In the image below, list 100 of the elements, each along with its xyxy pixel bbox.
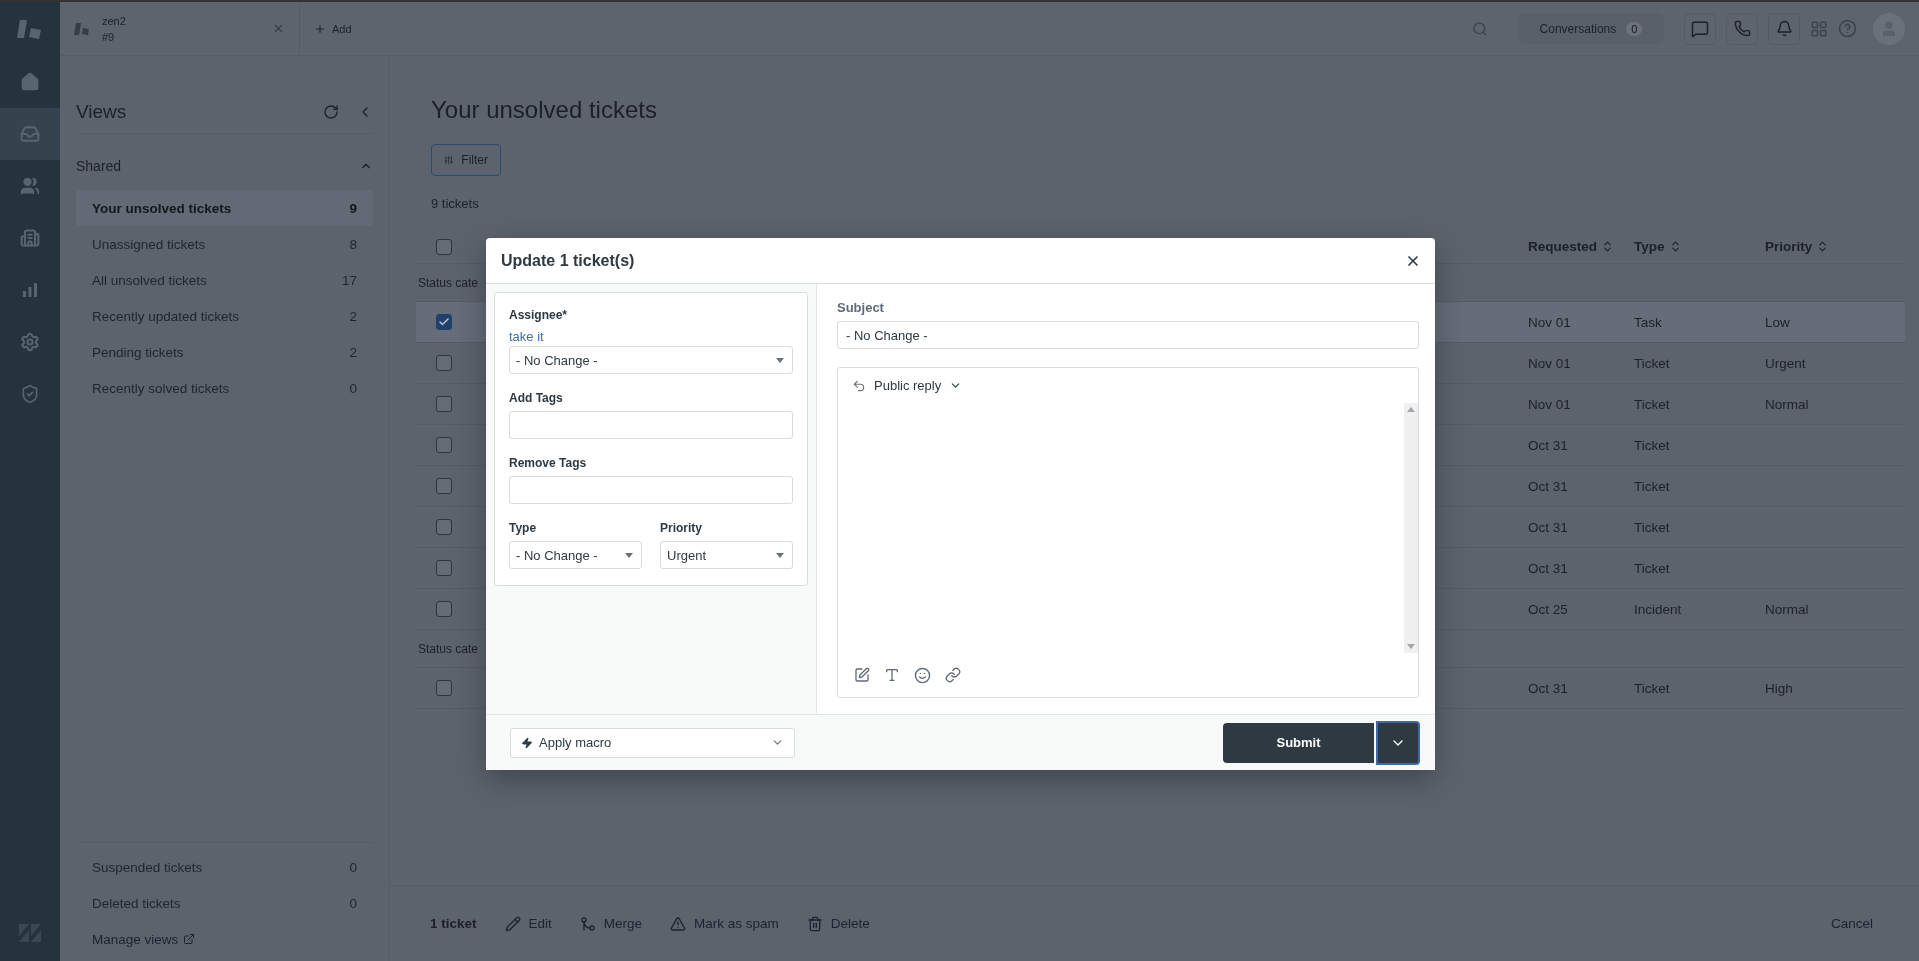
table-cell-text: Oct 31 bbox=[1527, 560, 1569, 576]
select-all-checkbox[interactable] bbox=[436, 238, 452, 255]
phone-button[interactable] bbox=[1726, 12, 1758, 45]
row-checkbox[interactable] bbox=[436, 314, 452, 330]
action-button[interactable]: Mark as spam bbox=[670, 915, 779, 932]
column-header[interactable]: Type bbox=[1621, 239, 1752, 254]
view-item[interactable]: Recently updated tickets 2 bbox=[76, 298, 373, 334]
close-icon[interactable] bbox=[272, 22, 285, 35]
pencil-icon bbox=[504, 915, 521, 932]
action-button[interactable]: Merge bbox=[579, 915, 643, 932]
inbox-icon bbox=[20, 124, 40, 144]
nav-item[interactable] bbox=[0, 108, 60, 160]
table-cell-text: Oct 31 bbox=[1527, 680, 1569, 696]
reply-editor[interactable]: Public reply bbox=[837, 367, 1419, 698]
group-label: Status cate bbox=[418, 641, 479, 656]
chat-icon bbox=[1691, 19, 1709, 38]
table-cell-text: Normal bbox=[1764, 396, 1810, 412]
search-icon[interactable] bbox=[1472, 20, 1488, 37]
users-icon bbox=[20, 176, 40, 196]
conversations-count: 0 bbox=[1626, 21, 1643, 36]
table-cell-text: Ticket bbox=[1633, 437, 1671, 453]
bell-icon bbox=[1775, 20, 1793, 37]
emoji-button[interactable] bbox=[914, 666, 931, 684]
action-button[interactable]: Delete bbox=[806, 915, 870, 932]
view-item[interactable]: Deleted tickets 0 bbox=[76, 885, 373, 921]
type-select[interactable]: - No Change - bbox=[509, 541, 642, 569]
apply-macro-select[interactable]: Apply macro bbox=[510, 727, 795, 758]
field-label: Subject bbox=[837, 300, 885, 315]
view-item[interactable]: All unsolved tickets 17 bbox=[76, 262, 373, 298]
scroll-down-icon[interactable] bbox=[1407, 644, 1415, 649]
row-checkbox[interactable] bbox=[436, 355, 452, 371]
lightning-icon bbox=[521, 736, 533, 749]
sliders-icon bbox=[444, 154, 454, 166]
row-checkbox[interactable] bbox=[436, 560, 452, 576]
plus-icon bbox=[314, 22, 326, 35]
compose-icon bbox=[854, 667, 870, 683]
column-header[interactable]: Priority bbox=[1752, 239, 1905, 254]
add-tags-field[interactable] bbox=[509, 411, 793, 439]
scroll-up-icon[interactable] bbox=[1407, 407, 1415, 412]
cancel-button[interactable]: Cancel bbox=[1824, 915, 1879, 932]
row-checkbox[interactable] bbox=[436, 437, 452, 453]
logo-icon[interactable] bbox=[17, 18, 43, 40]
caret-icon bbox=[776, 357, 784, 363]
ticket-tab[interactable]: zen2 #9 bbox=[60, 2, 300, 55]
table-cell-text: Nov 01 bbox=[1527, 355, 1572, 371]
view-item[interactable]: Unassigned tickets 8 bbox=[76, 226, 373, 262]
warning-icon bbox=[670, 915, 687, 932]
help-icon[interactable] bbox=[1838, 19, 1857, 38]
table-cell-text: Ticket bbox=[1633, 560, 1671, 576]
add-tab-button[interactable]: Add bbox=[314, 22, 352, 35]
link-button[interactable] bbox=[945, 667, 961, 683]
views-title: Views bbox=[76, 100, 128, 123]
settings-icon bbox=[20, 332, 40, 352]
text-format-icon bbox=[884, 667, 900, 683]
column-header[interactable]: Requested bbox=[1515, 239, 1621, 254]
row-checkbox[interactable] bbox=[436, 478, 452, 494]
manage-views-link[interactable]: Manage views bbox=[76, 921, 373, 957]
view-item[interactable]: Pending tickets 2 bbox=[76, 334, 373, 370]
ticket-count: 9 tickets bbox=[431, 196, 480, 213]
row-checkbox[interactable] bbox=[436, 519, 452, 535]
shield-icon bbox=[20, 384, 40, 404]
filter-button[interactable]: Filter bbox=[431, 144, 501, 176]
view-item[interactable]: Your unsolved tickets 9 bbox=[76, 190, 373, 226]
action-button[interactable]: Edit bbox=[504, 915, 552, 932]
compose-button[interactable] bbox=[854, 667, 870, 683]
submit-options-button[interactable] bbox=[1376, 720, 1420, 765]
remove-tags-field[interactable] bbox=[509, 476, 793, 504]
row-checkbox[interactable] bbox=[436, 601, 452, 617]
view-count: 0 bbox=[349, 859, 357, 875]
table-cell-text: High bbox=[1764, 680, 1794, 696]
table-cell-text: Ticket bbox=[1633, 355, 1671, 371]
format-button[interactable] bbox=[884, 667, 900, 683]
external-link-icon bbox=[183, 933, 196, 945]
reply-mode-button[interactable]: Public reply bbox=[852, 378, 963, 393]
notifications-button[interactable] bbox=[1768, 12, 1800, 45]
building-icon bbox=[20, 228, 40, 248]
table-cell-text: Ticket bbox=[1633, 478, 1671, 494]
conversations-button[interactable]: Conversations 0 bbox=[1518, 13, 1664, 44]
submit-button[interactable]: Submit bbox=[1223, 722, 1374, 763]
section-toggle[interactable]: Shared bbox=[76, 146, 373, 186]
refresh-icon[interactable] bbox=[323, 103, 339, 120]
selection-count: 1 ticket bbox=[430, 916, 477, 931]
apps-icon[interactable] bbox=[1810, 19, 1828, 38]
chat-button[interactable] bbox=[1684, 12, 1716, 45]
subject-field[interactable]: - No Change - bbox=[837, 321, 1419, 349]
table-cell-text: Urgent bbox=[1764, 355, 1807, 371]
table-cell-text: Oct 31 bbox=[1527, 519, 1569, 535]
row-checkbox[interactable] bbox=[436, 680, 452, 696]
take-it-link[interactable]: take it bbox=[509, 329, 544, 344]
view-item[interactable]: Suspended tickets 0 bbox=[76, 849, 373, 885]
group-label: Status cate bbox=[418, 275, 479, 290]
view-count: 2 bbox=[349, 344, 357, 360]
row-checkbox[interactable] bbox=[436, 396, 452, 412]
table-cell-text: Nov 01 bbox=[1527, 396, 1572, 412]
dialog-title: Update 1 ticket(s) bbox=[501, 251, 636, 270]
scrollbar[interactable] bbox=[1404, 403, 1418, 653]
assignee-select[interactable]: - No Change - bbox=[509, 346, 793, 374]
view-item[interactable]: Recently solved tickets 0 bbox=[76, 370, 373, 406]
priority-select[interactable]: Urgent bbox=[660, 541, 793, 569]
table-cell-text: Normal bbox=[1764, 601, 1810, 617]
